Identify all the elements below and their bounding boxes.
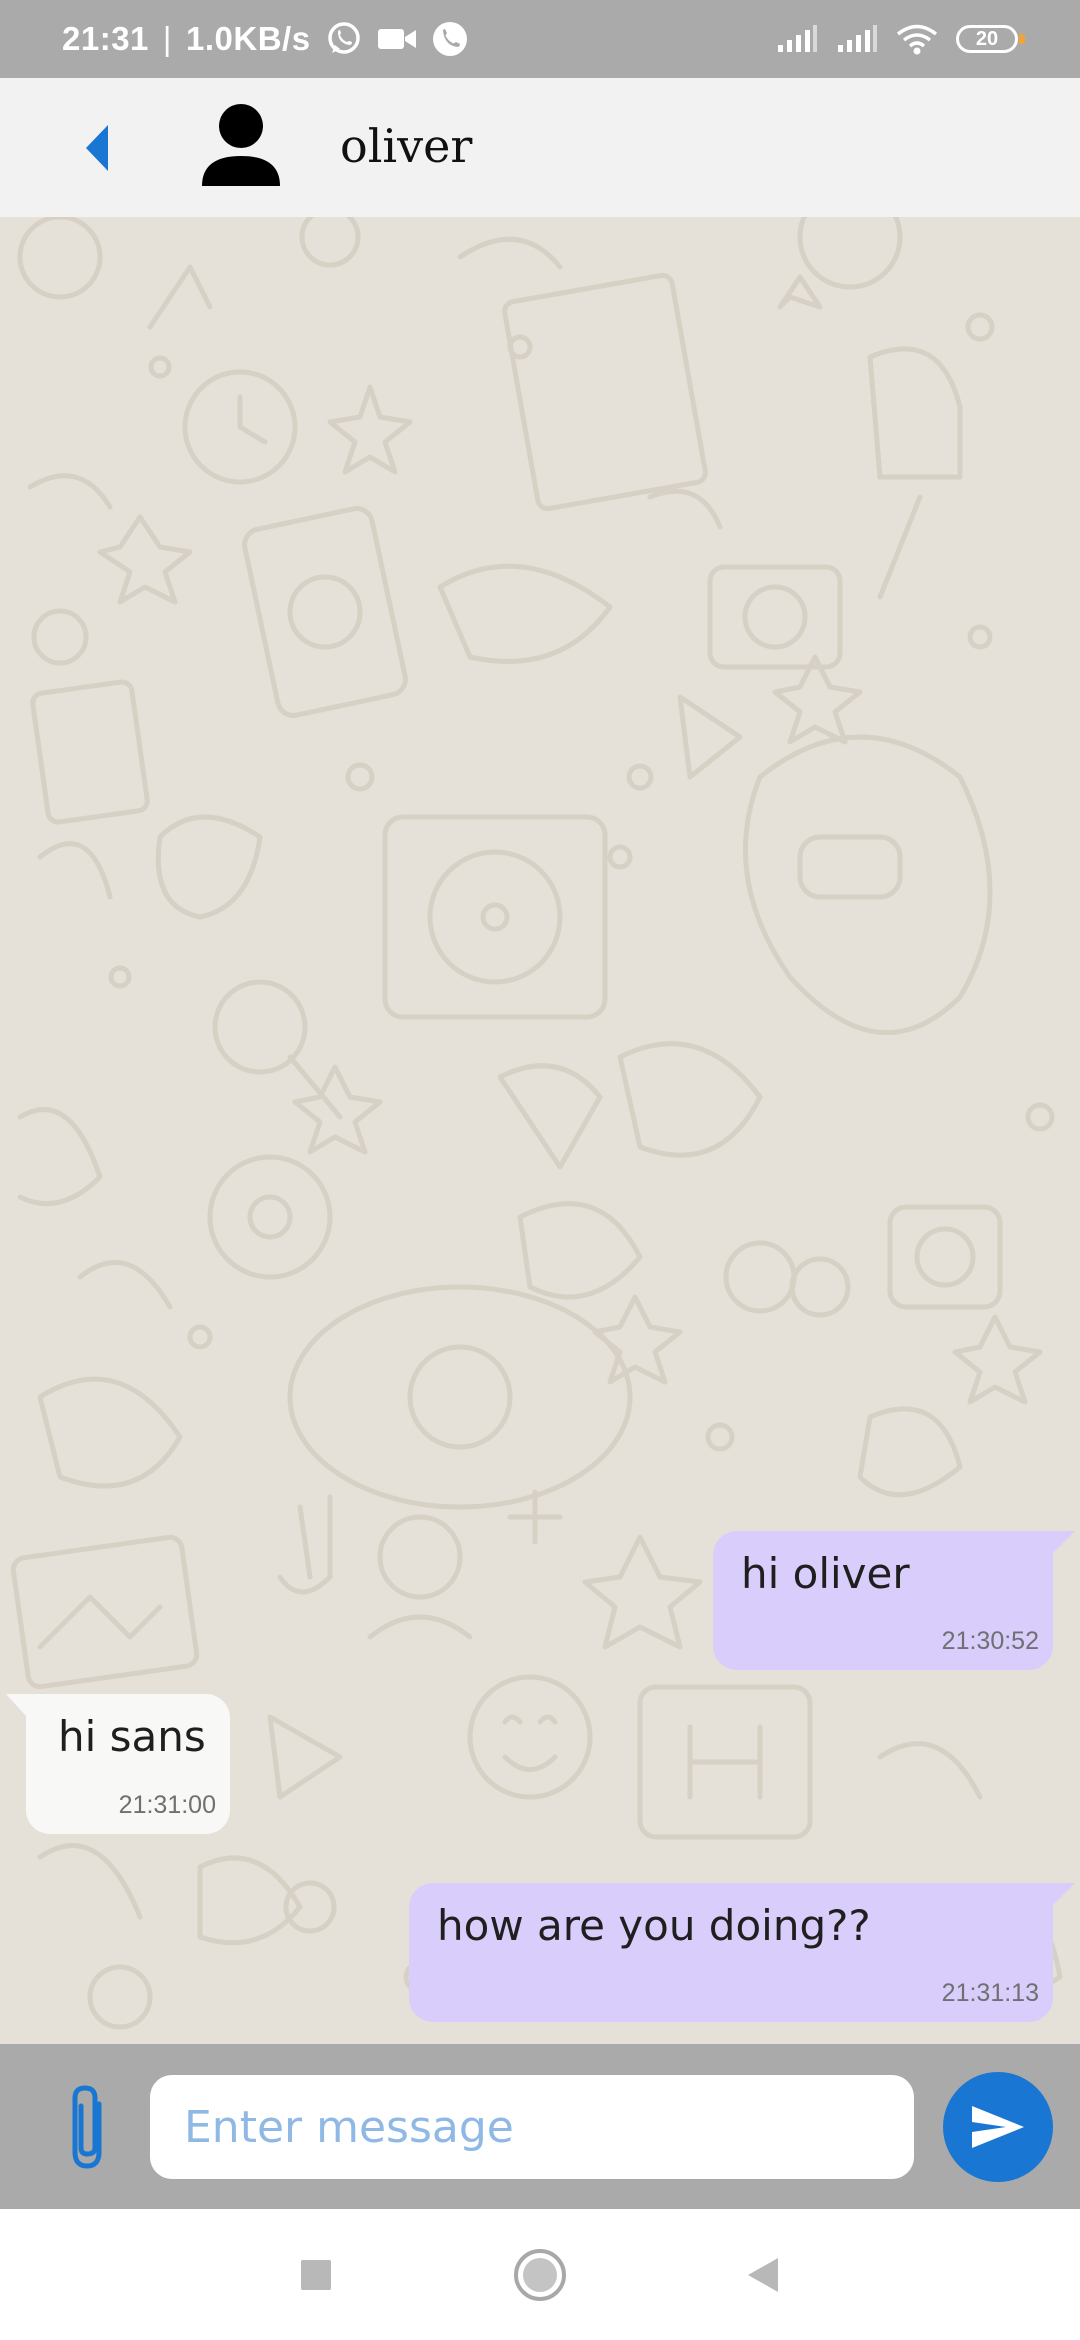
message-timestamp: 21:30:52: [941, 1627, 1039, 1655]
send-icon: [972, 2106, 1024, 2148]
bubble-tail: [1051, 1883, 1075, 1907]
message-text: hi sans: [58, 1712, 206, 1761]
whatsapp-icon: [325, 20, 363, 58]
recents-button[interactable]: [288, 2247, 344, 2303]
bubble-tail: [6, 1694, 28, 1718]
avatar[interactable]: [196, 100, 286, 190]
network-speed: 1.0KB/s: [185, 20, 311, 57]
signal-icon: [836, 25, 878, 53]
wifi-icon: [896, 23, 938, 55]
phone-call-icon: [431, 20, 469, 58]
contact-name: oliver: [340, 119, 473, 173]
message-text: hi oliver: [741, 1549, 910, 1598]
home-button[interactable]: [512, 2247, 568, 2303]
message-bubble-outgoing[interactable]: how are you doing?? 21:31:13: [409, 1883, 1075, 2022]
signal-icon: [776, 25, 818, 53]
status-right-group: 20: [776, 0, 1025, 78]
chat-header: oliver: [0, 78, 1080, 217]
status-time: 21:31: [62, 20, 149, 57]
message-bubble-outgoing[interactable]: hi oliver 21:30:52: [713, 1531, 1075, 1670]
status-left-group: 21:31 | 1.0KB/s: [62, 0, 469, 78]
chat-screen: 21:31 | 1.0KB/s 20 oliver hi oliver 21:3…: [0, 0, 1080, 2340]
message-timestamp: 21:31:13: [941, 1979, 1039, 2007]
message-timestamp: 21:31:00: [118, 1791, 216, 1819]
person-icon: [202, 104, 280, 186]
message-list[interactable]: hi oliver 21:30:52 hi sans 21:31:00 how …: [0, 217, 1080, 2044]
bubble-tail: [1051, 1531, 1075, 1555]
paperclip-icon: [72, 2085, 102, 2169]
back-triangle-icon: [748, 2258, 778, 2292]
video-camera-icon: [377, 25, 417, 53]
battery-level: 20: [975, 27, 999, 50]
recents-square-icon: [301, 2260, 331, 2290]
home-circle-icon: [514, 2249, 566, 2301]
composer-bar: [0, 2044, 1080, 2209]
status-separator: |: [162, 20, 172, 57]
status-bar: 21:31 | 1.0KB/s 20: [0, 0, 1080, 78]
back-nav-button[interactable]: [736, 2247, 792, 2303]
system-nav-bar: [0, 2209, 1080, 2340]
battery-icon: 20: [956, 25, 1025, 53]
message-text: how are you doing??: [437, 1901, 871, 1950]
message-bubble-incoming[interactable]: hi sans 21:31:00: [6, 1694, 230, 1834]
attach-button[interactable]: [58, 2080, 124, 2176]
message-input[interactable]: [150, 2075, 914, 2179]
back-button[interactable]: [72, 118, 122, 178]
send-button[interactable]: [943, 2072, 1053, 2182]
chevron-left-icon: [86, 125, 108, 171]
